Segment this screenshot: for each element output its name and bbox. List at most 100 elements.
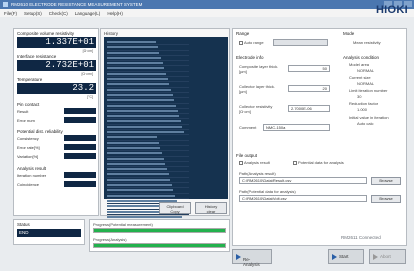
- current-size-label: Current size: [349, 75, 371, 80]
- history-row: [107, 141, 189, 146]
- reanalysis-button[interactable]: Re- Analysis: [232, 249, 272, 267]
- history-row: [107, 178, 189, 184]
- limit-iteration-label: Limit iteration number: [349, 88, 388, 93]
- status-panel: Status END: [13, 219, 85, 245]
- collector-res-input[interactable]: 2.7000E-06: [288, 105, 330, 112]
- history-row: [107, 46, 189, 51]
- history-row: [107, 41, 189, 46]
- comment-input[interactable]: NMC-150a: [263, 124, 330, 131]
- menu-file[interactable]: File(F): [4, 11, 17, 16]
- history-row-text: [107, 136, 158, 139]
- iteration-value: [64, 172, 96, 178]
- path-potential-input[interactable]: C:\RM2610\Data\Volt.csv: [239, 195, 367, 202]
- composite-value: 1.337E+01: [17, 37, 96, 48]
- composite-thick-input[interactable]: 50: [288, 65, 330, 72]
- range-select[interactable]: [273, 39, 328, 46]
- pin-contact-label: Pin contact: [17, 102, 40, 107]
- history-row: [107, 78, 189, 83]
- history-row-text: [107, 173, 169, 176]
- status-value: END: [17, 229, 81, 237]
- history-row: [107, 146, 189, 152]
- electrode-info-label: Electrode info: [236, 55, 264, 60]
- history-row-text: [107, 67, 165, 70]
- menu-help[interactable]: Help(H): [107, 11, 123, 16]
- history-row-text: [107, 88, 171, 91]
- history-row-text: [107, 93, 173, 96]
- history-row: [107, 184, 189, 189]
- reanalysis-label: Re- Analysis: [243, 257, 260, 267]
- consistency-label: Consistency: [17, 136, 39, 141]
- history-row-text: [107, 46, 158, 49]
- history-row-text: [107, 72, 167, 75]
- history-row: [107, 62, 189, 67]
- history-row: [107, 104, 189, 109]
- analysis-condition-label: Analysis condition: [343, 55, 380, 60]
- history-clear-button[interactable]: History clear: [195, 202, 227, 214]
- start-label: Start: [339, 254, 349, 259]
- current-size-value: NORMAL: [357, 81, 375, 86]
- path-result-input[interactable]: C:\RM2610\Data\Result.csv: [239, 177, 367, 184]
- start-button[interactable]: Start: [328, 249, 364, 264]
- menu-bar: File(F) Setup(S) Check(C) Language(L) He…: [0, 9, 414, 17]
- history-row: [107, 67, 189, 72]
- main-window: RM2610 ELECTRODE RESISTANCE MEASUREMENT …: [0, 0, 414, 271]
- checkbox-icon: [239, 160, 243, 165]
- temperature-unit: [°C]: [87, 95, 93, 99]
- consistency-value: [64, 135, 96, 141]
- history-list[interactable]: [104, 37, 228, 231]
- history-row: [107, 125, 189, 131]
- auto-range-checkbox[interactable]: Auto range: [239, 40, 264, 45]
- history-row: [107, 99, 189, 104]
- measurement-progress-bar: [93, 228, 226, 233]
- result-value: [64, 108, 96, 114]
- history-row: [107, 120, 189, 125]
- interface-value: 2.732E+01: [17, 60, 96, 71]
- coincidence-label: Coincidence: [17, 182, 40, 187]
- app-icon: [3, 2, 8, 7]
- temperature-label: Temperature: [17, 77, 43, 82]
- play-icon: [332, 254, 337, 260]
- abort-label: Abort: [380, 254, 391, 259]
- menu-language[interactable]: Language(L): [75, 11, 101, 16]
- checkbox-icon: [293, 160, 297, 165]
- analysis-result-label: Analysis result: [17, 166, 47, 171]
- collector-thick-input[interactable]: 20: [288, 85, 330, 92]
- error-rate-label: Error rate[%]: [17, 145, 40, 150]
- history-row-text: [107, 194, 176, 197]
- history-panel: History Clipboard Copy History clear: [100, 28, 230, 231]
- path-potential-label: Path(Potential data for analysis): [239, 189, 296, 194]
- menu-check[interactable]: Check(C): [49, 11, 68, 16]
- history-row-text: [107, 184, 172, 187]
- history-row-text: [107, 215, 182, 218]
- variation-label: Variation[%]: [17, 154, 39, 159]
- play-icon: [236, 254, 241, 260]
- browse-result-button[interactable]: Browse: [371, 177, 401, 185]
- comment-label: Comment: [239, 125, 257, 130]
- result-label: Result: [17, 109, 29, 114]
- menu-setup[interactable]: Setup(S): [24, 11, 42, 16]
- history-row-text: [107, 125, 183, 128]
- history-row: [107, 72, 189, 78]
- browse-potential-button[interactable]: Browse: [371, 195, 401, 203]
- brand-logo: HIOKI: [375, 4, 408, 16]
- potential-data-chk-label: Potential data for analysis: [298, 160, 344, 165]
- history-row: [107, 194, 189, 199]
- history-row: [107, 189, 189, 194]
- analysis-result-chk-label: Analysis result: [244, 160, 270, 165]
- history-row: [107, 83, 189, 88]
- collector-thick-unit: [µm]: [239, 89, 247, 94]
- history-row: [107, 51, 189, 56]
- history-row: [107, 115, 189, 120]
- abort-button[interactable]: Abort: [369, 249, 406, 264]
- analysis-result-checkbox[interactable]: Analysis result: [239, 160, 270, 165]
- measurement-progress-fill: [94, 229, 225, 232]
- clipboard-copy-button[interactable]: Clipboard Copy: [159, 202, 191, 214]
- history-row-text: [107, 162, 166, 165]
- model-area-value: NORMAL: [357, 68, 375, 73]
- model-area-label: Model area: [349, 62, 370, 67]
- history-row: [107, 168, 189, 173]
- coincidence-value: [64, 181, 96, 187]
- history-row: [107, 157, 189, 162]
- potential-data-checkbox[interactable]: Potential data for analysis: [293, 160, 344, 165]
- variation-value: [64, 153, 96, 159]
